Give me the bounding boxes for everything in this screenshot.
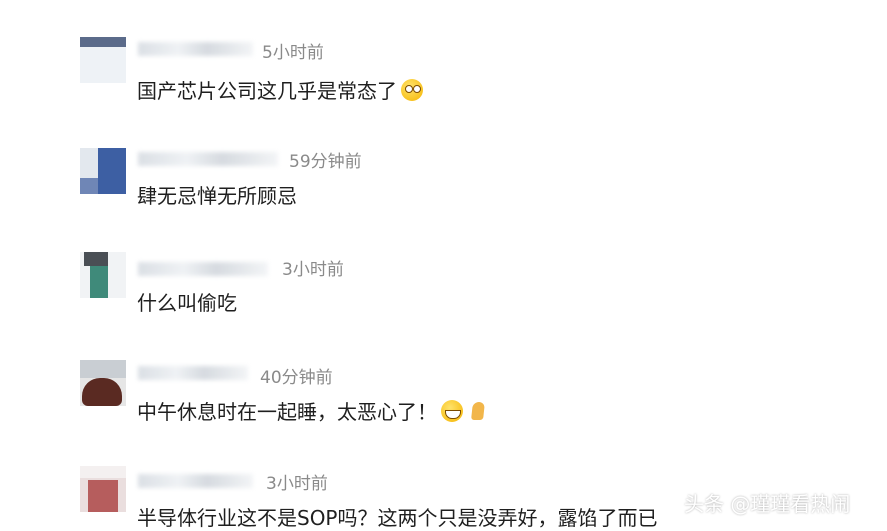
comment-time: 3小时前 [282, 260, 344, 280]
comment-text: 肆无忌惮无所顾忌 [137, 184, 297, 208]
watermark: 头条 @瑾瑾看热闹 [684, 492, 851, 516]
username-redacted [138, 474, 253, 488]
comment-text: 什么叫偷吃 [137, 291, 237, 315]
avatar[interactable] [80, 252, 126, 298]
comment-text: 中午休息时在一起睡，太恶心了！ [137, 396, 489, 425]
comment-time: 40分钟前 [260, 368, 333, 388]
avatar[interactable] [80, 360, 126, 406]
comment-text: 半导体行业这不是SOP吗？这两个只是没弄好，露馅了而已 [137, 506, 658, 530]
username-redacted [138, 152, 278, 166]
comment-time: 59分钟前 [289, 152, 362, 172]
folded-hands-icon [467, 400, 489, 422]
comment-item: 3小时前 半导体行业这不是SOP吗？这两个只是没弄好，露馅了而已 [0, 0, 887, 530]
grinning-face-icon [441, 400, 463, 422]
username-redacted [138, 262, 268, 276]
avatar[interactable] [80, 148, 126, 194]
avatar[interactable] [80, 466, 126, 512]
comment-time: 3小时前 [266, 474, 328, 494]
username-redacted [138, 366, 248, 380]
